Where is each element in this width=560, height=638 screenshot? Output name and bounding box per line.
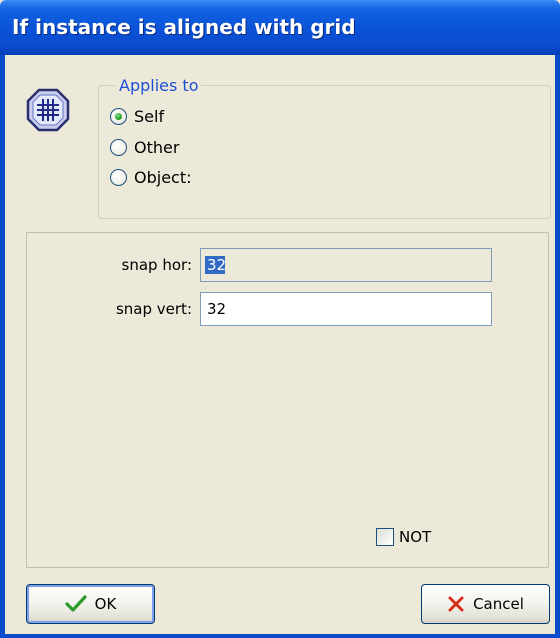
window-border-left xyxy=(0,55,5,638)
close-icon xyxy=(448,596,464,612)
radio-other-button[interactable] xyxy=(110,138,127,156)
window-border-right xyxy=(555,55,560,638)
window-border-bottom xyxy=(0,634,560,638)
radio-object-label: Object: xyxy=(134,167,192,187)
window-title: If instance is aligned with grid xyxy=(12,15,356,39)
not-checkbox[interactable] xyxy=(376,528,394,546)
snap-vert-label: snap vert: xyxy=(115,300,192,318)
snap-hor-input[interactable] xyxy=(200,248,492,282)
radio-self-button[interactable] xyxy=(110,107,127,125)
not-checkbox-label: NOT xyxy=(399,528,432,546)
radio-other-label: Other xyxy=(134,137,180,157)
snap-vert-input[interactable] xyxy=(200,292,492,326)
parameters-panel xyxy=(26,232,549,568)
checkmark-icon xyxy=(65,595,87,612)
radio-object-button[interactable] xyxy=(110,168,127,186)
radio-other[interactable]: Other xyxy=(110,136,179,158)
snap-hor-label: snap hor: xyxy=(121,256,192,274)
radio-self-label: Self xyxy=(134,106,165,126)
title-bar[interactable]: If instance is aligned with grid xyxy=(0,0,560,55)
snap-hor-field-wrap xyxy=(200,248,492,282)
not-checkbox-row[interactable]: NOT xyxy=(376,528,431,546)
applies-to-legend: Applies to xyxy=(116,76,202,95)
ok-button-label: OK xyxy=(94,595,117,613)
cancel-button-label: Cancel xyxy=(473,595,524,613)
radio-self[interactable]: Self xyxy=(110,105,164,127)
ok-button[interactable]: OK xyxy=(26,584,155,624)
cancel-button[interactable]: Cancel xyxy=(421,584,550,624)
grid-icon xyxy=(26,88,70,132)
radio-object[interactable]: Object: xyxy=(110,166,192,188)
